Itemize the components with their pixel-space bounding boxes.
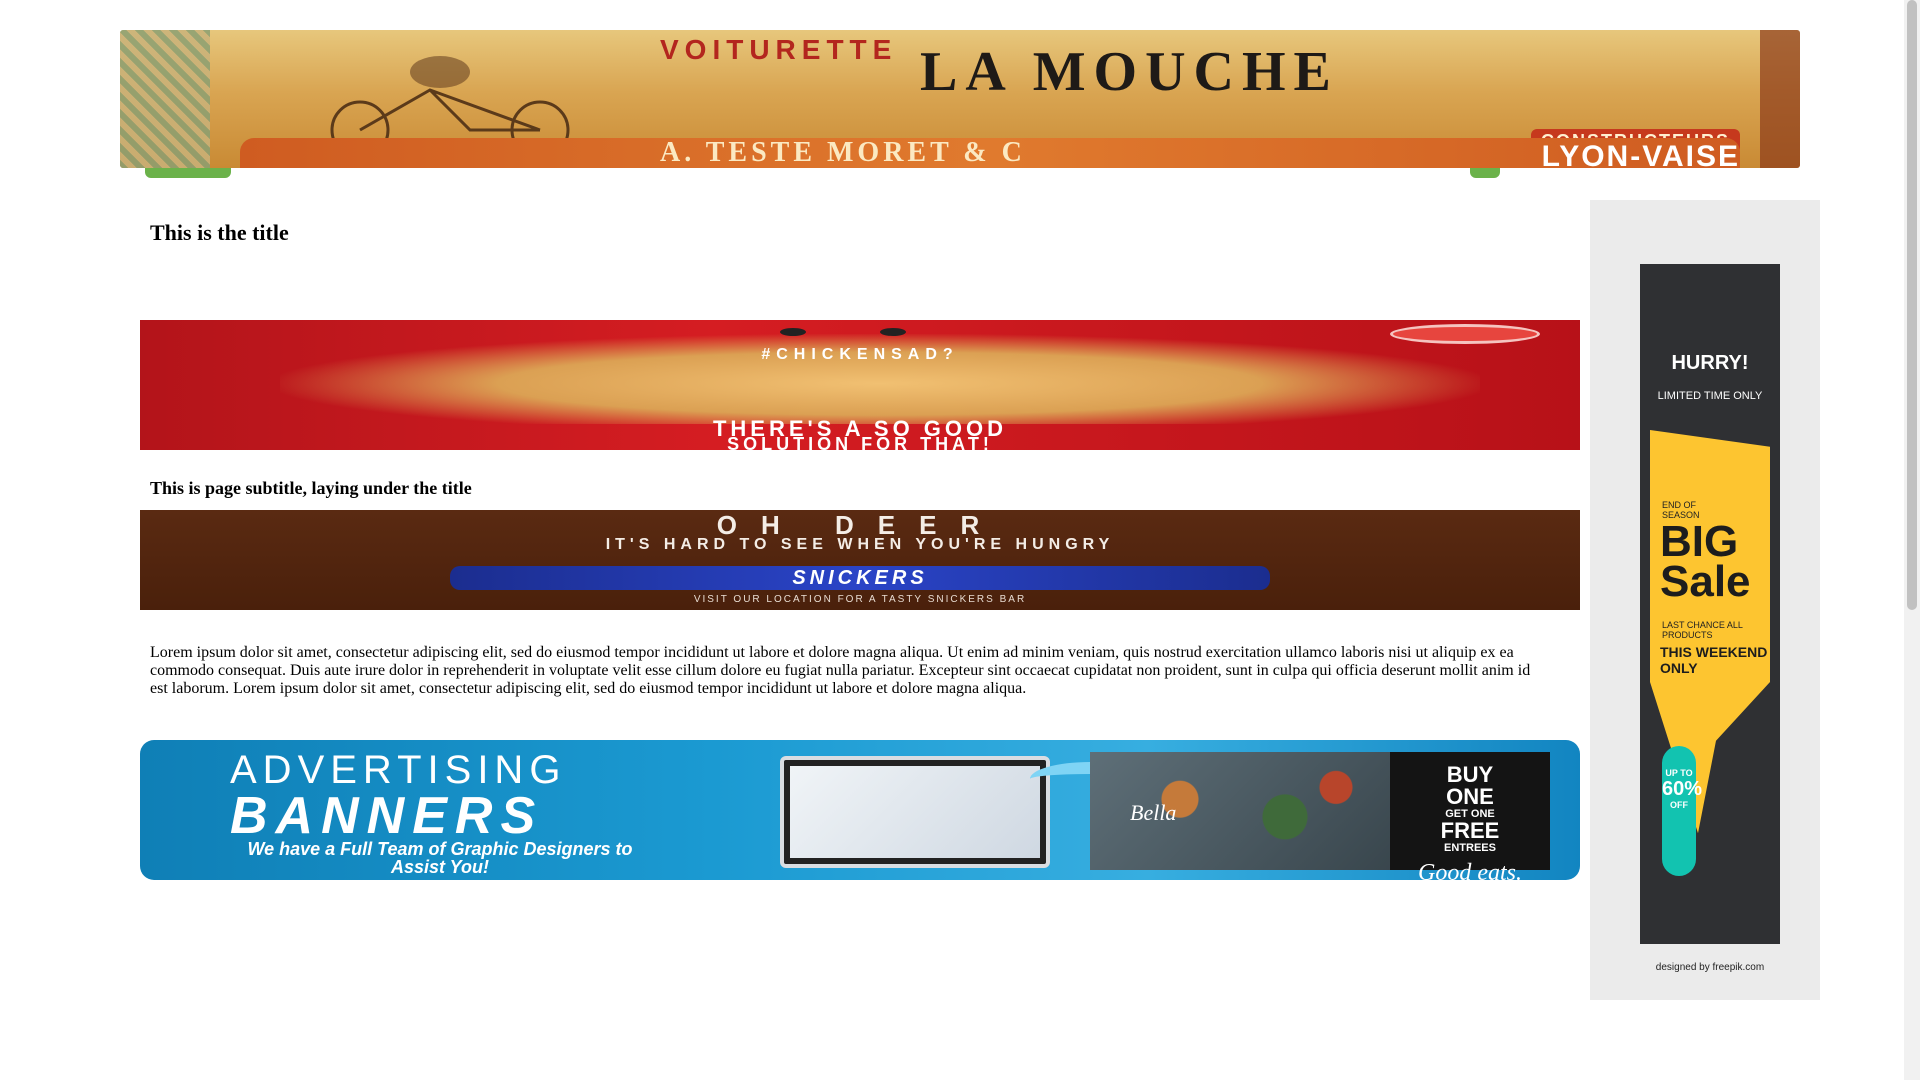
badge-percent: 60% xyxy=(1662,778,1703,800)
offer-panel: BUY ONE GET ONE FREE ENTREES Good eats. xyxy=(1390,752,1550,880)
badge-off: OFF xyxy=(1670,800,1688,810)
vertical-scrollbar[interactable] xyxy=(1904,0,1920,1080)
body-paragraph: Lorem ipsum dolor sit amet, consectetur … xyxy=(150,644,1531,697)
offer-free: FREE xyxy=(1440,818,1500,843)
badge-upto: UP TO xyxy=(1665,768,1693,778)
sale-hurry: HURRY! xyxy=(1671,352,1749,374)
banner-ornament-right xyxy=(1760,30,1800,168)
snickers-subline: IT'S HARD TO SEE WHEN YOU'RE HUNGRY xyxy=(605,536,1115,553)
sale-skyscraper-ad[interactable]: HURRY! LIMITED TIME ONLY END OF SEASON B… xyxy=(1640,264,1780,944)
advert-line2: BANNERS xyxy=(230,787,544,845)
offer-buy: BUY xyxy=(1446,762,1494,787)
top-banner-ad[interactable]: VOITURETTE LA MOUCHE CONSTRUCTEURS A. TE… xyxy=(120,30,1800,168)
ad-credit: designed by freepik.com xyxy=(1655,962,1765,973)
offer-entrees: ENTREES xyxy=(1444,842,1496,854)
banner-city: LYON-VAISE xyxy=(1541,140,1740,168)
banner-caption-strip xyxy=(120,168,1800,178)
chicken-banner-ad[interactable]: #CHICKENSAD? THERE'S A SO GOOD SOLUTION … xyxy=(140,320,1580,450)
offer-one: ONE xyxy=(1446,784,1494,809)
sale-limited: LIMITED TIME ONLY xyxy=(1657,390,1763,402)
snickers-logo: SNICKERS xyxy=(450,566,1270,590)
snickers-tagline: VISIT OUR LOCATION FOR A TASTY SNICKERS … xyxy=(693,594,1027,605)
snickers-banner-ad[interactable]: OH DEER IT'S HARD TO SEE WHEN YOU'RE HUN… xyxy=(140,510,1580,610)
strip-chip xyxy=(1470,168,1500,178)
page-subtitle: This is page subtitle, laying under the … xyxy=(150,478,472,498)
restaurant-name: Bella xyxy=(1130,800,1177,825)
banner-headline-small: VOITURETTE xyxy=(660,34,898,65)
banner-bottom-text: A. TESTE MORET & C xyxy=(660,137,1026,168)
chicken-line2: SOLUTION FOR THAT! xyxy=(727,434,993,450)
banner-headline: LA MOUCHE xyxy=(920,41,1339,103)
advertising-banner-ad[interactable]: ADVERTISING BANNERS We have a Full Team … xyxy=(140,740,1580,880)
food-photo: Bella xyxy=(1090,752,1390,870)
page-title: This is the title xyxy=(150,220,289,245)
advert-line3: We have a Full Team of Graphic Designers… xyxy=(247,839,633,877)
discount-badge: UP TO 60% OFF xyxy=(1662,746,1703,876)
sale-big-text: BIG Sale xyxy=(1660,517,1751,606)
offer-tagline: Good eats. xyxy=(1418,860,1522,880)
scrollbar-thumb[interactable] xyxy=(1907,0,1917,610)
banner-bottom-band: A. TESTE MORET & C xyxy=(240,137,1740,168)
eyes-icon xyxy=(780,328,910,338)
sale-weekend: THIS WEEKEND ONLY xyxy=(1660,644,1768,676)
strip-chip xyxy=(145,168,231,178)
monitor-icon xyxy=(780,756,1050,868)
sale-last-chance: LAST CHANCE ALL PRODUCTS xyxy=(1662,620,1743,640)
brand-logo-icon xyxy=(1390,324,1540,344)
banner-ornament xyxy=(120,30,210,168)
sidebar: HURRY! LIMITED TIME ONLY END OF SEASON B… xyxy=(1590,200,1820,1000)
chicken-hashtag: #CHICKENSAD? xyxy=(761,346,959,363)
